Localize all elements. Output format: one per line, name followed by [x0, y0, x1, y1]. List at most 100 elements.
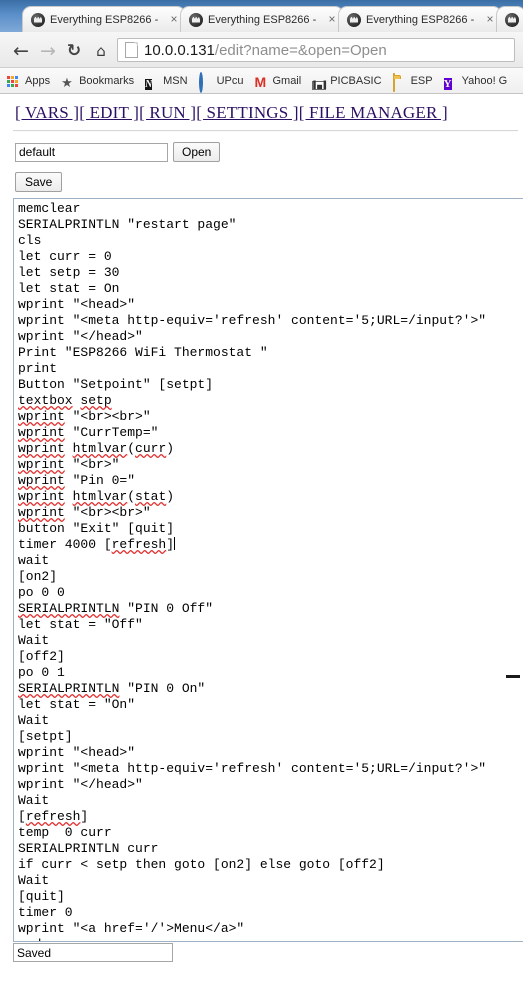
- nav-link-settings[interactable]: [ SETTINGS ]: [196, 103, 299, 122]
- close-icon[interactable]: ×: [325, 12, 339, 27]
- code-line: wprint "</head>": [18, 777, 143, 792]
- code-line: wprint "<meta http-equiv='refresh' conte…: [18, 313, 487, 328]
- code-line: [off2]: [18, 649, 65, 664]
- bookmark-label: Gmail: [272, 74, 302, 87]
- apps-grid-icon: [7, 74, 21, 88]
- open-button[interactable]: Open: [173, 142, 221, 162]
- code-line: [on2]: [18, 569, 58, 584]
- browser-window: Everything ESP8266 - × Everything ESP8266 …: [0, 0, 523, 991]
- bookmark-item[interactable]: ▌▄▐ PICBASIC: [312, 74, 382, 90]
- close-icon[interactable]: ×: [167, 12, 181, 27]
- address-bar[interactable]: 10.0.0.131/edit?name=&open=Open: [117, 38, 515, 62]
- spellcheck-word: htmlvar: [72, 489, 128, 504]
- code-line: Wait: [18, 793, 50, 808]
- spellcheck-word: curr: [135, 441, 167, 456]
- browser-tab-partial[interactable]: [496, 6, 523, 32]
- code-line: let stat = "On": [18, 697, 136, 712]
- bookmarks-bar: Apps ★ Bookmarks N MSN UPcu M Gmail ▌▄▐ PICBASIC E…: [0, 68, 523, 94]
- spellcheck-word: htmlvar: [72, 441, 128, 456]
- code-line: SERIALPRINTLN "restart page": [18, 217, 237, 232]
- code-line: wprint "Pin 0=": [18, 473, 136, 488]
- code-line: timer 0: [18, 905, 73, 920]
- spellcheck-word: stat: [135, 489, 167, 504]
- nav-link-run[interactable]: [ RUN ]: [139, 103, 196, 122]
- code-line: print: [18, 361, 58, 376]
- code-line: Wait: [18, 873, 50, 888]
- code-line: wprint "<head>": [18, 745, 136, 760]
- status-row: [13, 943, 523, 962]
- spellcheck-word: wprint: [18, 473, 65, 488]
- home-icon[interactable]: ⌂: [90, 40, 112, 62]
- bookmark-item[interactable]: M Gmail: [254, 73, 302, 90]
- bookmark-item[interactable]: N MSN: [145, 74, 188, 90]
- page-viewport: [ VARS ][ EDIT ][ RUN ][ SETTINGS ][ FIL…: [0, 94, 523, 991]
- save-button[interactable]: Save: [15, 172, 63, 192]
- code-line: [refresh]: [18, 809, 89, 824]
- spellcheck-word: wprint: [18, 505, 65, 520]
- spellcheck-word: wprint: [18, 457, 65, 472]
- code-line: let curr = 0: [18, 249, 112, 264]
- status-input[interactable]: [13, 943, 173, 962]
- bookmark-item[interactable]: ESP: [392, 72, 433, 92]
- page-content: [ VARS ][ EDIT ][ RUN ][ SETTINGS ][ FIL…: [10, 94, 523, 962]
- bookmark-label: ESP: [410, 74, 433, 87]
- code-line: wprint "<br><br>": [18, 409, 151, 424]
- bookmark-item[interactable]: Y Yahoo! G: [443, 74, 508, 90]
- code-line: wprint htmlvar(stat): [18, 489, 175, 504]
- code-line: timer 4000 [refresh]: [18, 537, 176, 552]
- bookmark-item[interactable]: ★ Bookmarks: [61, 74, 134, 91]
- browser-tab[interactable]: Everything ESP8266 - ×: [338, 6, 502, 32]
- tabs-row: Everything ESP8266 - × Everything ESP8266 …: [22, 6, 523, 32]
- bookmark-label: Apps: [25, 74, 51, 87]
- code-line: if curr < setp then goto [on2] else goto…: [18, 857, 385, 872]
- address-bar-text: 10.0.0.131/edit?name=&open=Open: [144, 42, 387, 59]
- code-line: wait: [18, 553, 50, 568]
- reload-icon[interactable]: ↻: [63, 40, 85, 62]
- code-line: Wait: [18, 713, 50, 728]
- bookmark-item[interactable]: Apps: [7, 74, 50, 88]
- browser-toolbar: ← → ↻ ⌂ 10.0.0.131/edit?name=&open=Open: [0, 32, 523, 68]
- picbasic-icon: ▌▄▐: [312, 80, 327, 90]
- browser-tab[interactable]: Everything ESP8266 - ×: [180, 6, 344, 32]
- code-line: po 0 0: [18, 585, 65, 600]
- upcu-icon: [198, 71, 213, 93]
- spellcheck-word: SERIALPRINTLN: [18, 681, 120, 696]
- forward-icon[interactable]: →: [37, 40, 59, 62]
- esp8266-favicon-icon: [189, 12, 203, 27]
- page-nav-links: [ VARS ][ EDIT ][ RUN ][ SETTINGS ][ FIL…: [10, 94, 523, 123]
- code-line: let setp = 30: [18, 265, 120, 280]
- yahoo-icon: Y: [443, 77, 452, 90]
- open-file-row: Open: [15, 142, 523, 162]
- address-path: /edit?name=&open=Open: [214, 41, 387, 59]
- esp8266-favicon-icon: [31, 12, 45, 27]
- bookmark-label: Yahoo! G: [461, 74, 508, 87]
- code-line: Print "ESP8266 WiFi Thermostat ": [18, 345, 268, 360]
- gmail-icon: M: [254, 73, 267, 90]
- nav-link-vars[interactable]: [ VARS ]: [15, 103, 79, 122]
- code-line: wprint "<a href='/'>Menu</a>": [18, 921, 245, 936]
- text-caret: [174, 537, 176, 550]
- star-icon: ★: [61, 75, 73, 91]
- browser-tab[interactable]: Everything ESP8266 - ×: [22, 6, 186, 32]
- spellcheck-word: wprint: [18, 489, 65, 504]
- nav-link-filemanager[interactable]: [ FILE MANAGER ]: [299, 103, 448, 122]
- bookmark-item[interactable]: UPcu: [198, 71, 243, 93]
- code-line: SERIALPRINTLN curr: [18, 841, 159, 856]
- spellcheck-word: setp: [80, 393, 112, 408]
- code-line: [quit]: [18, 889, 65, 904]
- code-editor-content[interactable]: memclear SERIALPRINTLN "restart page" cls l…: [14, 199, 523, 941]
- filename-input[interactable]: [15, 142, 168, 162]
- msn-icon: N: [145, 78, 153, 90]
- code-line: wprint "</head>": [18, 329, 143, 344]
- back-icon[interactable]: ←: [10, 40, 32, 62]
- code-line: wprint "<head>": [18, 297, 136, 312]
- code-line: end: [18, 937, 523, 941]
- spellcheck-word: wprint: [18, 409, 65, 424]
- code-line: wprint "<br>": [18, 457, 120, 472]
- close-icon[interactable]: ×: [483, 12, 497, 27]
- code-line: cls: [18, 233, 42, 248]
- code-line: wprint "CurrTemp=": [18, 425, 159, 440]
- tab-title: Everything ESP8266 -: [366, 13, 475, 26]
- code-editor-textarea[interactable]: memclear SERIALPRINTLN "restart page" cls l…: [13, 198, 523, 942]
- nav-link-edit[interactable]: [ EDIT ]: [79, 103, 139, 122]
